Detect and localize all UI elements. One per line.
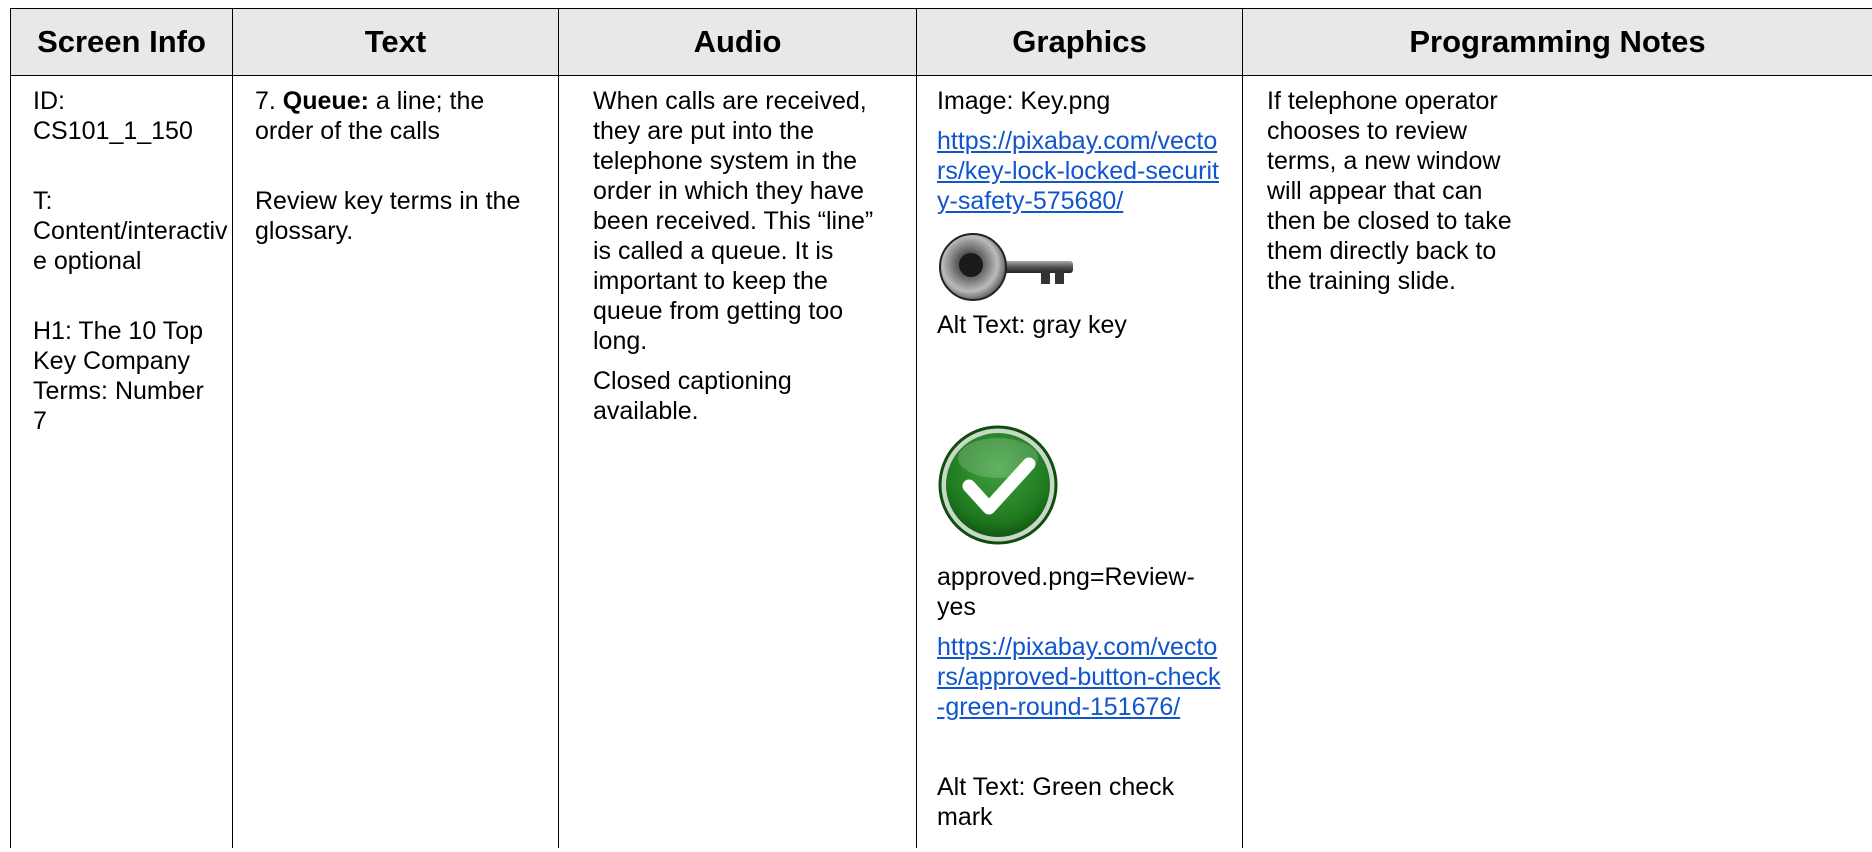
- screen-h1-line-3: Terms: Number 7: [33, 377, 204, 435]
- content-row: ID: CS101_1_150 T: Content/interactiv e …: [10, 75, 1872, 848]
- term-number: 7.: [255, 87, 283, 115]
- key-image-link[interactable]: https://pixabay.com/vectors/key-lock-loc…: [937, 126, 1222, 216]
- audio-cell: When calls are received, they are put in…: [558, 75, 917, 848]
- approved-image-label: approved.png=Review-yes: [937, 563, 1195, 621]
- key-icon: [939, 233, 1073, 301]
- closed-captions-note: Closed captioning available.: [593, 367, 792, 425]
- header-screen-info: Screen Info: [10, 8, 233, 76]
- screen-type-value-line-1: Content/interactiv: [33, 217, 228, 245]
- key-alt-text: Alt Text: gray key: [937, 311, 1127, 339]
- check-mark-icon: [938, 425, 1058, 545]
- programming-notes-cell: If telephone operator chooses to review …: [1242, 75, 1872, 848]
- screen-id-label: ID:: [33, 87, 65, 115]
- audio-narration: When calls are received, they are put in…: [593, 87, 874, 355]
- screen-h1-line-2: Key Company: [33, 347, 191, 375]
- key-image-label: Image: Key.png: [937, 87, 1111, 115]
- term-definition: 7. Queue: a line; the order of the calls: [255, 86, 536, 146]
- approved-alt-text: Alt Text: Green check mark: [937, 773, 1175, 831]
- header-programming-notes: Programming Notes: [1242, 8, 1872, 76]
- screen-type-label: T:: [33, 187, 53, 215]
- header-row: Screen Info Text Audio Graphics Programm…: [10, 8, 1872, 76]
- review-note: Review key terms in the glossary.: [255, 187, 521, 245]
- term-word: Queue:: [282, 87, 369, 115]
- header-audio: Audio: [558, 8, 917, 76]
- header-graphics: Graphics: [916, 8, 1243, 76]
- screen-info-cell: ID: CS101_1_150 T: Content/interactiv e …: [10, 75, 233, 848]
- storyboard-table: Screen Info Text Audio Graphics Programm…: [10, 8, 1872, 848]
- screen-h1-line-1: H1: The 10 Top: [33, 317, 204, 345]
- graphics-cell: Image: Key.png https://pixabay.com/vecto…: [916, 75, 1243, 848]
- text-cell: 7. Queue: a line; the order of the calls…: [232, 75, 559, 848]
- header-text: Text: [232, 8, 559, 76]
- approved-image-link[interactable]: https://pixabay.com/vectors/approved-but…: [937, 632, 1222, 722]
- screen-type-value-line-2: e optional: [33, 247, 142, 275]
- programming-note: If telephone operator chooses to review …: [1267, 87, 1512, 295]
- storyboard-sheet: Screen Info Text Audio Graphics Programm…: [10, 8, 1872, 852]
- screen-id-value: CS101_1_150: [33, 117, 193, 145]
